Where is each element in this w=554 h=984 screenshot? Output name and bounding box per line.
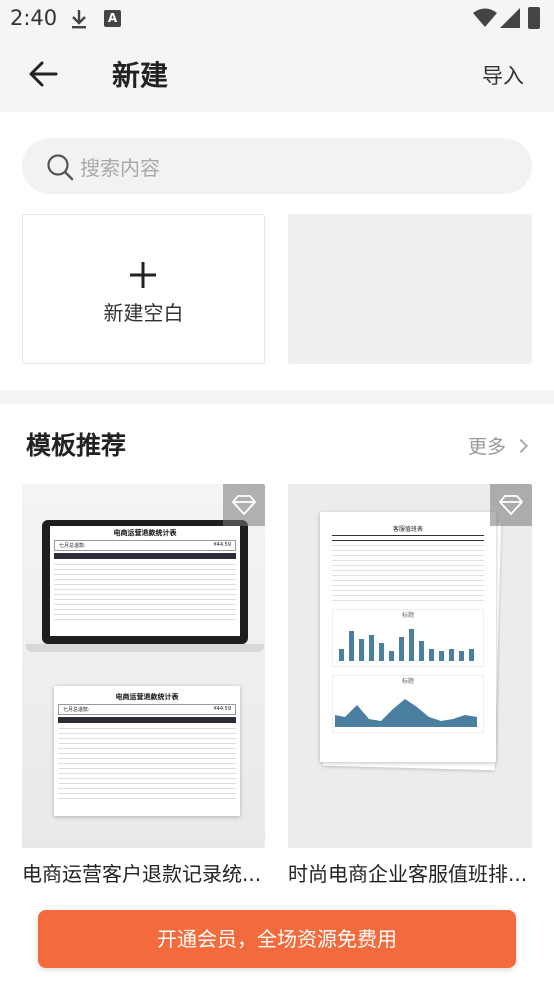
open-vip-button[interactable]: 开通会员，全场资源免费用 xyxy=(38,910,516,968)
doc-area-chart: 标题 xyxy=(332,675,484,733)
new-blank-label: 新建空白 xyxy=(103,301,184,325)
search-icon xyxy=(47,154,74,181)
download-icon xyxy=(72,10,86,29)
thumb-title: 客服值班表 xyxy=(392,526,423,533)
template-recommend-section: 模板推荐 更多 电商运营退款统计表 七月总退款: ¥44.59 电商运营退款统计… xyxy=(0,404,554,904)
wifi-icon xyxy=(473,8,497,27)
diamond-icon xyxy=(232,495,256,515)
section-title: 模板推荐 xyxy=(26,431,127,460)
search-input[interactable]: 搜索内容 xyxy=(22,138,532,194)
create-section: 搜索内容 新建空白 xyxy=(0,112,554,390)
search-placeholder: 搜索内容 xyxy=(80,156,160,180)
template-name[interactable]: 电商运营客户退款记录统... xyxy=(22,858,265,887)
chevron-right-icon xyxy=(513,438,529,454)
doc-page: 客服值班表 标题 标题 xyxy=(320,512,496,762)
diamond-icon xyxy=(499,495,523,515)
thumb-title: 电商运营退款统计表 xyxy=(113,529,177,537)
import-button[interactable]: 导入 xyxy=(482,60,524,90)
template-thumbnail[interactable]: 客服值班表 标题 标题 xyxy=(288,484,532,848)
template-card[interactable]: 客服值班表 标题 标题 时尚电商企业客服值班排... xyxy=(288,484,532,887)
area-chart-graphic xyxy=(335,699,477,727)
new-blank-card[interactable]: 新建空白 xyxy=(22,214,265,364)
status-bar: 2:40 A xyxy=(0,0,554,38)
thumb-subtitle-label: 七月总退款: xyxy=(59,543,86,549)
arrow-left-icon[interactable] xyxy=(28,60,58,88)
thumb-subtitle-value-print: ¥44.59 xyxy=(213,706,232,712)
font-a-icon: A xyxy=(104,10,121,27)
battery-icon xyxy=(528,7,540,29)
top-app-bar: 新建 导入 xyxy=(0,38,554,112)
laptop-mockup: 电商运营退款统计表 七月总退款: ¥44.59 xyxy=(42,520,248,644)
more-link[interactable]: 更多 xyxy=(467,432,529,459)
premium-badge xyxy=(490,484,532,526)
premium-badge xyxy=(223,484,265,526)
status-time: 2:40 xyxy=(10,6,58,30)
chart-title-1: 标题 xyxy=(401,612,414,619)
page-title: 新建 xyxy=(112,59,169,92)
placeholder-card xyxy=(288,214,532,364)
laptop-base xyxy=(26,644,264,652)
bar-chart-graphic xyxy=(339,629,474,661)
plus-icon xyxy=(130,262,156,288)
signal-icon xyxy=(500,8,520,28)
doc-bar-chart: 标题 xyxy=(332,609,484,667)
more-label: 更多 xyxy=(467,436,506,458)
template-card[interactable]: 电商运营退款统计表 七月总退款: ¥44.59 电商运营退款统计表 七月总退款: xyxy=(22,484,265,887)
printed-sheet: 电商运营退款统计表 七月总退款: ¥44.59 xyxy=(54,686,240,816)
template-thumbnail[interactable]: 电商运营退款统计表 七月总退款: ¥44.59 电商运营退款统计表 七月总退款: xyxy=(22,484,265,848)
thumb-title-print: 电商运营退款统计表 xyxy=(115,693,179,701)
chart-title-2: 标题 xyxy=(401,678,414,685)
thumb-subtitle-label-print: 七月总退款: xyxy=(63,707,90,713)
thumb-subtitle-value: ¥44.59 xyxy=(213,542,232,548)
bottom-bar: 开通会员，全场资源免费用 xyxy=(0,894,554,984)
template-name[interactable]: 时尚电商企业客服值班排... xyxy=(288,858,532,887)
